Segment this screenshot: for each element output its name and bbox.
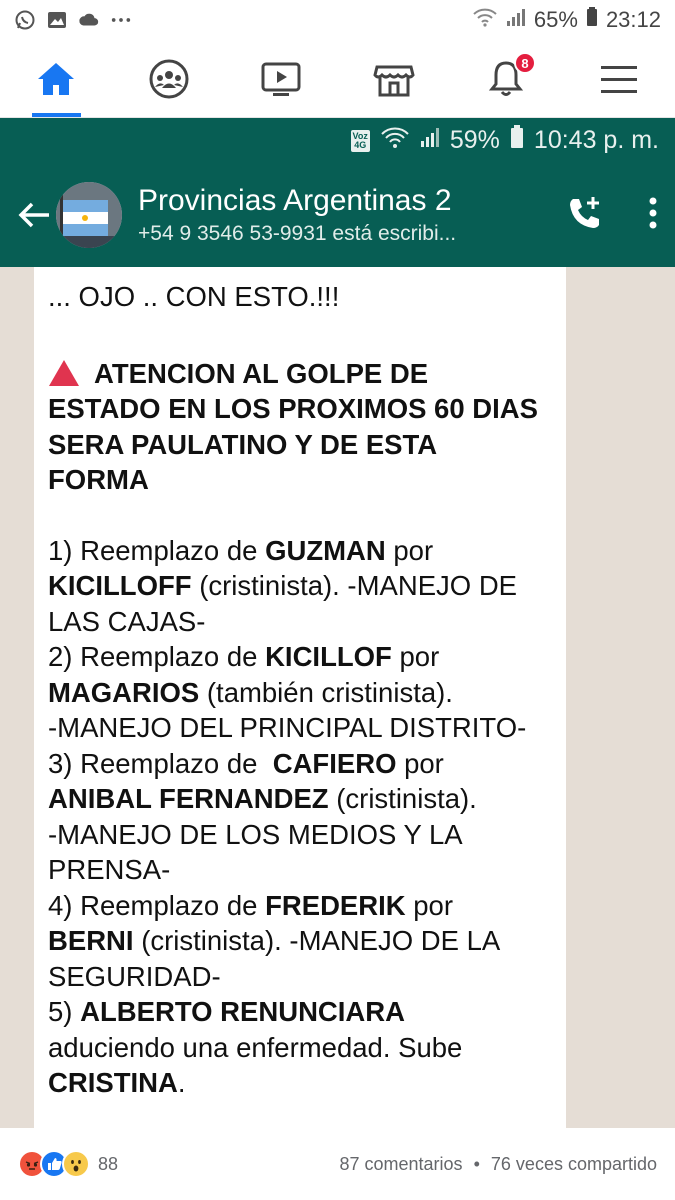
separator-dot: • xyxy=(473,1153,480,1174)
message-line: ATENCION AL GOLPE DE xyxy=(48,356,552,392)
message-line: MAGARIOS (también cristinista). xyxy=(48,676,453,708)
message-line: -MANEJO DE LOS MEDIOS Y LA xyxy=(48,818,463,850)
reactions-summary[interactable] xyxy=(18,1150,90,1178)
whatsapp-clock: 10:43 p. m. xyxy=(533,126,659,154)
phone-plus-icon xyxy=(570,196,599,228)
clock: 23:12 xyxy=(605,7,661,32)
warning-text: ATENCION AL GOLPE DE xyxy=(94,357,429,389)
more-options-button[interactable] xyxy=(647,195,659,236)
nav-notifications[interactable]: 8 xyxy=(450,40,563,117)
message-line: KICILLOFF (cristinista). -MANEJO DE xyxy=(48,570,518,601)
wifi-icon xyxy=(472,6,498,34)
group-avatar[interactable] xyxy=(56,182,122,248)
device-status-bar: 65% 23:12 xyxy=(0,0,675,40)
message-line: 1) Reemplazo de GUZMAN por xyxy=(48,534,434,566)
reaction-count[interactable]: 88 xyxy=(98,1154,118,1175)
facebook-nav-bar: 8 xyxy=(0,40,675,118)
wow-icon xyxy=(62,1150,90,1178)
battery-percent: 65% xyxy=(533,7,578,32)
nav-home[interactable] xyxy=(0,40,113,117)
whatsapp-screenshot: Voz 4G 59% 10:43 p. m. Provincias Argent… xyxy=(0,118,675,1128)
typing-status: +54 9 3546 53-9931 está escribi... xyxy=(138,222,457,245)
message-line: BERNI (cristinista). -MANEJO DE LA xyxy=(48,925,501,956)
message-line: aduciendo una enfermedad. Sube xyxy=(48,1031,463,1063)
watch-icon xyxy=(261,62,301,96)
message-line: ESTADO EN LOS PROXIMOS 60 DIAS xyxy=(48,393,538,424)
warning-triangle-icon xyxy=(49,359,79,386)
message-line: FORMA xyxy=(48,464,149,495)
whatsapp-status-bar: Voz 4G 59% 10:43 p. m. xyxy=(0,118,675,163)
groups-icon xyxy=(149,59,189,98)
menu-icon xyxy=(600,65,637,93)
whatsapp-icon xyxy=(14,9,36,31)
message-line: PRENSA- xyxy=(48,854,171,885)
whatsapp-battery-percent: 59% xyxy=(449,126,500,154)
gallery-icon xyxy=(46,9,68,31)
chat-title[interactable]: Provincias Argentinas 2 xyxy=(138,184,545,218)
add-call-button[interactable] xyxy=(565,193,605,238)
back-button[interactable] xyxy=(16,197,52,233)
message-line: 5) ALBERTO RENUNCIARA xyxy=(48,996,406,1027)
message-line: ... OJO .. CON ESTO.!!! xyxy=(48,281,340,312)
message-line: SERA PAULATINO Y DE ESTA xyxy=(48,428,438,460)
argentina-flag-icon xyxy=(56,182,122,248)
cloud-icon xyxy=(78,9,100,31)
nav-marketplace[interactable] xyxy=(338,40,451,117)
message-line: CRISTINA. xyxy=(48,1067,186,1098)
nav-watch[interactable] xyxy=(225,40,338,117)
wifi-icon xyxy=(380,125,410,156)
comments-count[interactable]: 87 comentarios xyxy=(339,1154,462,1174)
notifications-badge: 8 xyxy=(514,52,536,74)
message-line: ANIBAL FERNANDEZ (cristinista). xyxy=(48,783,477,814)
marketplace-icon xyxy=(373,65,415,96)
back-arrow-icon xyxy=(18,202,49,228)
battery-icon xyxy=(510,124,524,157)
chat-area: ... OJO .. CON ESTO.!!! ATENCION AL GOLP… xyxy=(0,267,675,1128)
message-line: 3) Reemplazo de CAFIERO por xyxy=(48,747,444,779)
message-line: 4) Reemplazo de FREDERIK por xyxy=(48,889,454,921)
4g-label: 4G xyxy=(354,139,367,150)
voz-4g-badge: Voz 4G xyxy=(350,129,370,152)
message-line: SEGURIDAD- xyxy=(48,960,221,992)
signal-icon xyxy=(506,6,526,34)
message-bubble[interactable]: ... OJO .. CON ESTO.!!! ATENCION AL GOLP… xyxy=(34,267,566,1128)
message-line: LAS CAJAS- xyxy=(48,605,206,637)
message-line: -MANEJO DEL PRINCIPAL DISTRITO- xyxy=(48,712,527,743)
nav-groups[interactable] xyxy=(113,40,226,117)
shares-count[interactable]: 76 veces compartido xyxy=(491,1154,657,1174)
home-icon xyxy=(38,62,75,95)
battery-icon xyxy=(586,6,598,34)
message-line: 2) Reemplazo de KICILLOF por xyxy=(48,641,440,672)
nav-menu[interactable] xyxy=(563,40,675,117)
more-vert-icon xyxy=(649,197,657,228)
post-reactions-bar: 88 87 comentarios • 76 veces compartido xyxy=(0,1128,675,1200)
signal-icon xyxy=(420,125,440,156)
chat-header: Provincias Argentinas 2 +54 9 3546 53-99… xyxy=(0,163,675,267)
more-dots-icon xyxy=(110,9,132,31)
